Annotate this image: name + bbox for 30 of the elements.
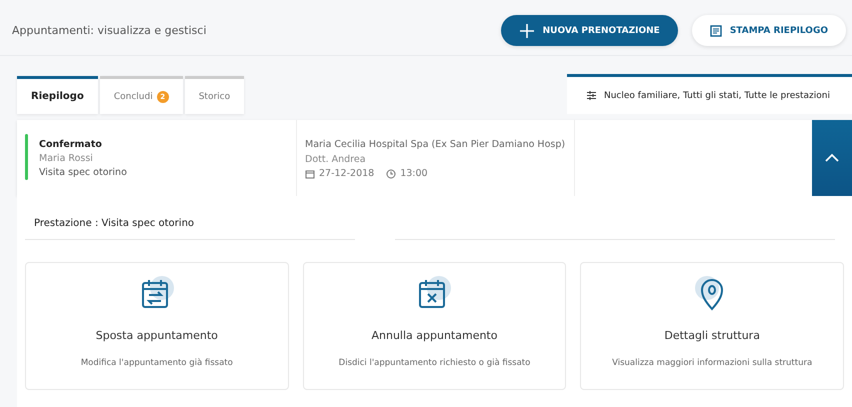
action-description: Modifica l'appuntamento già fissato [80,358,233,368]
action-description: Disdici l'appuntamento richiesto o già fissato [338,358,530,368]
action-card[interactable]: Dettagli struttura Visualizza maggiori informazioni sulla struttura [580,262,844,390]
status-label: Confermato [38,138,103,150]
appointment-time: 13:00 [400,168,428,179]
service-name: Visita spec otorino [38,166,128,178]
collapse-button[interactable] [812,120,852,196]
calendar-icon [305,168,315,178]
doctor-name: Dott. Andrea [305,154,367,165]
print-summary-button[interactable]: STAMPA RIEPILOGO [692,15,846,46]
document-icon [710,24,722,36]
action-title: Annulla appuntamento [371,329,498,342]
appointment-date: 27-12-2018 [319,168,374,179]
action-description: Visualizza maggiori informazioni sulla struttura [612,358,812,368]
action-title: Sposta appuntamento [96,329,218,342]
tab[interactable]: Riepilogo [17,76,98,114]
filter-icon [587,91,596,100]
service-heading: Prestazione : Visita spec otorino [25,214,355,240]
action-card[interactable]: Sposta appuntamento Modifica l'appuntamento già fissato [25,262,289,390]
plus-icon [518,22,535,38]
new-booking-button[interactable]: NUOVA PRENOTAZIONE [500,15,678,46]
facility-name: Maria Cecilia Hospital Spa (Ex San Pier Damiano Hosp) [305,138,566,150]
patient-name: Maria Rossi [38,152,94,164]
clock-icon [386,168,396,178]
action-card[interactable]: Annulla appuntamento Disdici l'appuntamento richiesto o già fissato [302,262,566,390]
page-title: Appuntamenti: visualizza e gestisci [12,24,208,37]
filter-button[interactable]: Nucleo familiare, Tutti gli stati, Tutte le prestazioni [567,74,852,114]
action-title: Dettagli struttura [664,329,760,342]
chevron-up-icon [825,153,839,163]
tab[interactable]: Storico [184,76,244,114]
